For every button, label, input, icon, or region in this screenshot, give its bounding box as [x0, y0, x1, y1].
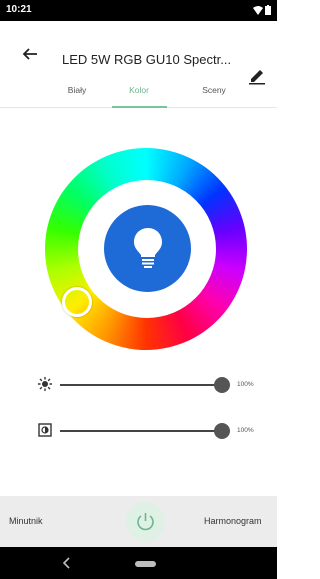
page-title: LED 5W RGB GU10 Spectr... — [62, 52, 232, 67]
color-temperature-slider-thumb[interactable] — [214, 423, 230, 439]
color-selector-handle[interactable] — [62, 287, 92, 317]
status-time: 10:21 — [6, 4, 32, 15]
wifi-icon — [253, 5, 263, 15]
status-bar: 10:21 — [0, 0, 277, 21]
active-tab-indicator — [112, 106, 167, 108]
color-temperature-slider-row: 100% — [0, 420, 277, 440]
brightness-slider-row: 100% — [0, 374, 277, 394]
color-temperature-icon — [38, 423, 52, 437]
tab-bar: Biały Kolor Sceny — [0, 78, 277, 108]
tab-kolor[interactable]: Kolor — [104, 85, 174, 95]
power-button[interactable] — [126, 502, 165, 541]
brightness-slider[interactable] — [60, 384, 222, 386]
color-temperature-slider[interactable] — [60, 430, 222, 432]
status-icons — [253, 5, 271, 15]
tab-sceny[interactable]: Sceny — [179, 85, 249, 95]
system-nav-bar — [0, 547, 277, 579]
lightbulb-icon — [134, 228, 162, 268]
back-arrow-icon[interactable] — [22, 46, 38, 62]
bulb-button[interactable] — [104, 205, 191, 292]
nav-back-icon[interactable] — [62, 557, 72, 569]
color-temperature-value: 100% — [237, 427, 254, 434]
battery-icon — [265, 5, 271, 15]
brightness-icon — [38, 377, 52, 391]
timer-button[interactable]: Minutnik — [9, 516, 43, 526]
power-icon — [137, 513, 154, 531]
schedule-button[interactable]: Harmonogram — [204, 516, 262, 526]
app-bar: LED 5W RGB GU10 Spectr... — [0, 21, 277, 85]
tab-bialy[interactable]: Biały — [42, 85, 112, 95]
brightness-slider-thumb[interactable] — [214, 377, 230, 393]
nav-home-pill[interactable] — [135, 561, 156, 567]
brightness-value: 100% — [237, 381, 254, 388]
bottom-action-bar: Minutnik Harmonogram — [0, 496, 277, 547]
